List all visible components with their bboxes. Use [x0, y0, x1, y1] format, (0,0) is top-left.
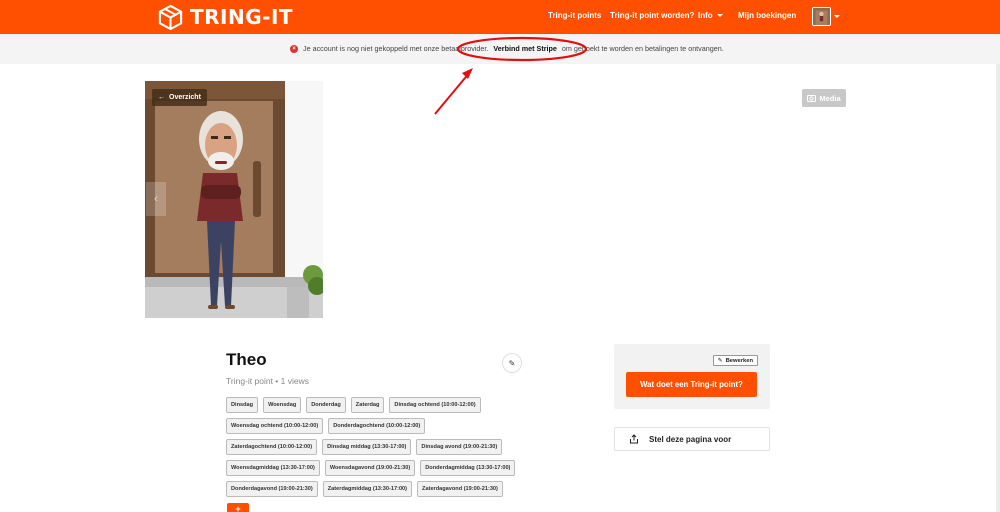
availability-tag[interactable]: Zaterdag: [350, 397, 385, 413]
brand-name: TRING-IT: [190, 5, 294, 29]
edit-profile-button[interactable]: ✎: [502, 353, 522, 373]
arrow-left-icon: ←: [158, 94, 165, 101]
nav-info-label: Info: [698, 11, 713, 20]
nav-info[interactable]: Info: [698, 11, 723, 20]
availability-tag[interactable]: Woensdagavond (19:00-21:30): [324, 460, 416, 476]
availability-tags: Dinsdag Woensdag Donderdag Zaterdag Dins…: [226, 397, 526, 502]
what-is-tring-it-point-button[interactable]: Wat doet een Tring-it point?: [626, 372, 757, 397]
nav-tring-it-point-worden[interactable]: Tring-it point worden?: [610, 11, 694, 20]
payment-notice-banner: × Je account is nog niet gekoppeld met o…: [0, 34, 1000, 64]
media-label: Media: [819, 93, 841, 103]
notice-text-after: om geboekt te worden en betalingen te on…: [561, 44, 724, 53]
brand-logo-link[interactable]: TRING-IT: [157, 3, 293, 31]
chevron-down-icon: [716, 14, 723, 18]
availability-tag[interactable]: Donderdagavond (19:00-21:30): [226, 481, 318, 497]
annotation-arrowhead: [462, 68, 473, 79]
scrollbar-track[interactable]: [996, 64, 1000, 512]
notice-text-before: Je account is nog niet gekoppeld met onz…: [303, 44, 489, 53]
tag-row: Donderdagavond (19:00-21:30) Zaterdagmid…: [226, 481, 526, 497]
nav-mijn-boekingen[interactable]: Mijn boekingen: [738, 11, 796, 20]
suggest-page-button[interactable]: Stel deze pagina voor: [614, 427, 770, 451]
profile-photo: [145, 81, 323, 318]
previous-photo-button[interactable]: ‹: [146, 182, 166, 216]
tring-it-info-card: ✎ Bewerken Wat doet een Tring-it point?: [614, 344, 770, 409]
pencil-icon: ✎: [508, 358, 516, 368]
camera-icon: [807, 95, 817, 102]
share-icon: [630, 434, 638, 444]
availability-tag[interactable]: Donderdag: [306, 397, 346, 413]
availability-tag[interactable]: Zaterdagochtend (10:00-12:00): [226, 439, 318, 455]
availability-tag[interactable]: Dinsdag avond (19:00-21:30): [416, 439, 503, 455]
avatar-image: [813, 8, 830, 25]
top-navigation-bar: TRING-IT Tring-it points Tring-it point …: [0, 0, 1000, 34]
avatar[interactable]: [812, 7, 831, 26]
bewerken-button[interactable]: ✎ Bewerken: [712, 355, 758, 366]
availability-tag[interactable]: Dinsdag middag (13:30-17:00): [322, 439, 412, 455]
error-icon: ×: [290, 44, 298, 53]
suggest-page-label: Stel deze pagina voor: [649, 434, 732, 444]
annotation-arrow-line: [434, 71, 471, 115]
tag-row: Woensdagmiddag (13:30-17:00) Woensdagavo…: [226, 460, 526, 476]
add-availability-button[interactable]: +: [227, 503, 249, 512]
overview-label: Overzicht: [169, 94, 201, 101]
package-icon: [158, 4, 183, 30]
availability-tag[interactable]: Donderdagmiddag (13:30-17:00): [420, 460, 516, 476]
availability-tag[interactable]: Dinsdag: [226, 397, 259, 413]
availability-tag[interactable]: Zaterdagavond (19:00-21:30): [417, 481, 503, 497]
pencil-icon: ✎: [717, 357, 723, 364]
availability-tag[interactable]: Donderdagochtend (10:00-12:00): [328, 418, 426, 434]
availability-tag[interactable]: Woensdag ochtend (10:00-12:00): [226, 418, 324, 434]
chevron-down-icon[interactable]: [834, 15, 840, 18]
tag-row: Woensdag ochtend (10:00-12:00) Donderdag…: [226, 418, 526, 434]
tag-row: Zaterdagochtend (10:00-12:00) Dinsdag mi…: [226, 439, 526, 455]
profile-subtitle: Tring-it point • 1 views: [226, 376, 309, 386]
person-at-door-illustration: [145, 81, 323, 318]
availability-tag[interactable]: Woensdag: [263, 397, 302, 413]
back-to-overview-button[interactable]: ← Overzicht: [152, 89, 207, 106]
bewerken-label: Bewerken: [725, 357, 753, 364]
availability-tag[interactable]: Zaterdagmiddag (13:30-17:00): [322, 481, 413, 497]
tag-row: Dinsdag Woensdag Donderdag Zaterdag Dins…: [226, 397, 526, 413]
nav-tring-it-points[interactable]: Tring-it points: [548, 11, 601, 20]
connect-stripe-link[interactable]: Verbind met Stripe: [493, 44, 557, 53]
media-button[interactable]: Media: [802, 89, 846, 107]
availability-tag[interactable]: Woensdagmiddag (13:30-17:00): [226, 460, 320, 476]
profile-name: Theo: [226, 350, 267, 369]
chevron-left-icon: ‹: [154, 193, 158, 205]
availability-tag[interactable]: Dinsdag ochtend (10:00-12:00): [389, 397, 481, 413]
